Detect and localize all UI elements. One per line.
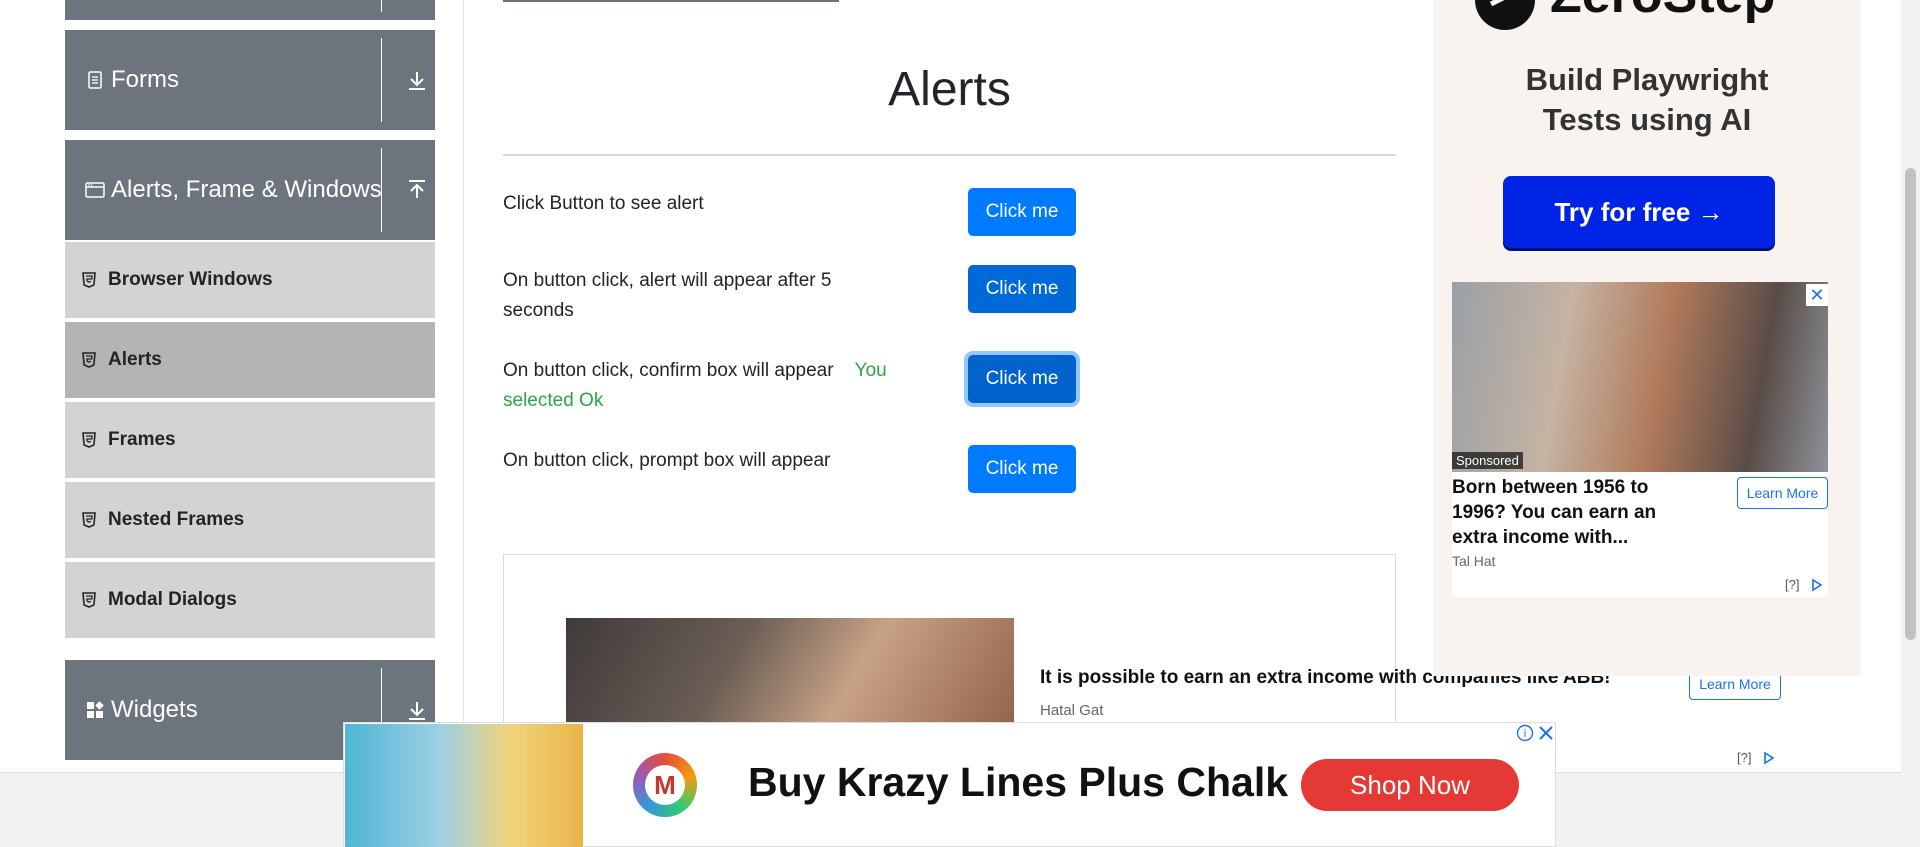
html5-icon — [82, 351, 98, 369]
ad-source: Hatal Gat — [1040, 702, 1104, 719]
timer-alert-button[interactable]: Click me — [968, 265, 1076, 313]
svg-text:i: i — [1524, 728, 1526, 740]
sponsored-ad: Sponsored ✕ Born between 1956 to 1996? Y… — [1452, 282, 1828, 597]
sidebar-item-browser-windows[interactable]: Browser Windows — [65, 240, 435, 318]
html5-icon — [82, 511, 98, 529]
prompt-button[interactable]: Click me — [968, 445, 1076, 493]
sidebar-item-label: Nested Frames — [108, 509, 245, 530]
scrollbar-thumb[interactable] — [1905, 168, 1916, 640]
page-title: Alerts — [888, 63, 1011, 116]
ad-headline-line: Build Playwright — [1525, 62, 1769, 97]
alert-button[interactable]: Click me — [968, 188, 1076, 236]
brand-name: ZeroStep — [1550, 0, 1775, 24]
close-icon[interactable]: ✕ — [1806, 284, 1828, 306]
confirm-row-label: On button click, confirm box will appear… — [503, 356, 933, 416]
html5-icon — [82, 431, 98, 449]
ad-headline-line: Tests using AI — [1542, 102, 1752, 137]
sponsored-label: Sponsored — [1452, 452, 1523, 469]
group-divider — [381, 38, 382, 122]
group-header-forms[interactable]: Forms — [65, 30, 435, 130]
right-ad: ZeroStep Build Playwright Tests using AI… — [1433, 0, 1861, 676]
sidebar-item-alerts[interactable]: Alerts — [65, 320, 435, 398]
brand-logo-letter: M — [645, 765, 685, 805]
sidebar-item-label: Browser Windows — [108, 269, 273, 290]
scrollbar[interactable] — [1901, 0, 1920, 847]
prompt-row-label: On button click, prompt box will appear — [503, 450, 831, 471]
group-divider — [381, 148, 382, 232]
group-label: Forms — [111, 66, 179, 93]
grid-icon — [85, 700, 105, 720]
html5-icon — [82, 271, 98, 289]
sidebar-item-modal-dialogs[interactable]: Modal Dialogs — [65, 560, 435, 638]
sidebar-item-label: Alerts — [108, 349, 162, 370]
download-arrow-icon — [405, 68, 429, 92]
ad-info-link[interactable]: [?] — [1785, 577, 1799, 592]
page: Forms Alerts, Frame & Windows Browser Wi… — [0, 0, 1920, 847]
header-banner-edge — [503, 0, 839, 2]
brand-logo-icon: M — [633, 753, 697, 817]
learn-more-button[interactable]: Learn More — [1737, 477, 1828, 509]
ad-headline: Build Playwright Tests using AI — [1433, 60, 1861, 140]
ad-image[interactable] — [1452, 282, 1828, 472]
ad-close-icons[interactable]: i — [1516, 724, 1556, 742]
product-image[interactable] — [345, 724, 583, 847]
ad-title[interactable]: Born between 1956 to 1996? You can earn … — [1452, 475, 1692, 550]
shop-now-button[interactable]: Shop Now — [1301, 759, 1519, 811]
ad-info-link[interactable]: [?] — [1737, 750, 1751, 765]
alert-row-label: Click Button to see alert — [503, 193, 704, 214]
adchoices-icon[interactable] — [1810, 578, 1824, 592]
group-label: Alerts, Frame & Windows — [111, 176, 382, 203]
document-icon — [85, 70, 105, 90]
html5-icon — [82, 591, 98, 609]
sidebar-item-label: Modal Dialogs — [108, 589, 237, 610]
brand-logo: ZeroStep — [1433, 0, 1861, 30]
group-label: Widgets — [111, 696, 198, 723]
divider — [503, 154, 1396, 156]
window-icon — [85, 180, 105, 200]
group-header-elements[interactable] — [65, 0, 435, 20]
sidebar-item-nested-frames[interactable]: Nested Frames — [65, 480, 435, 558]
group-divider — [381, 0, 382, 12]
confirm-row-text: On button click, confirm box will appear — [503, 360, 834, 381]
left-panel: Forms Alerts, Frame & Windows Browser Wi… — [38, 0, 464, 773]
bottom-banner-ad[interactable]: M Buy Krazy Lines Plus Chalk Shop Now i — [343, 722, 1556, 847]
sidebar-item-frames[interactable]: Frames — [65, 400, 435, 478]
timer-alert-row-label: On button click, alert will appear after… — [503, 270, 832, 321]
download-arrow-icon — [405, 698, 429, 722]
banner-title[interactable]: Buy Krazy Lines Plus Chalk — [748, 759, 1288, 806]
group-header-alerts-frame-windows[interactable]: Alerts, Frame & Windows — [65, 140, 435, 240]
confirm-button[interactable]: Click me — [968, 355, 1076, 403]
sidebar-item-label: Frames — [108, 429, 176, 450]
try-for-free-button[interactable]: Try for free → — [1503, 176, 1775, 248]
upload-arrow-icon — [405, 178, 429, 202]
adchoices-icon[interactable] — [1762, 751, 1776, 765]
ad-source: Tal Hat — [1452, 553, 1496, 569]
